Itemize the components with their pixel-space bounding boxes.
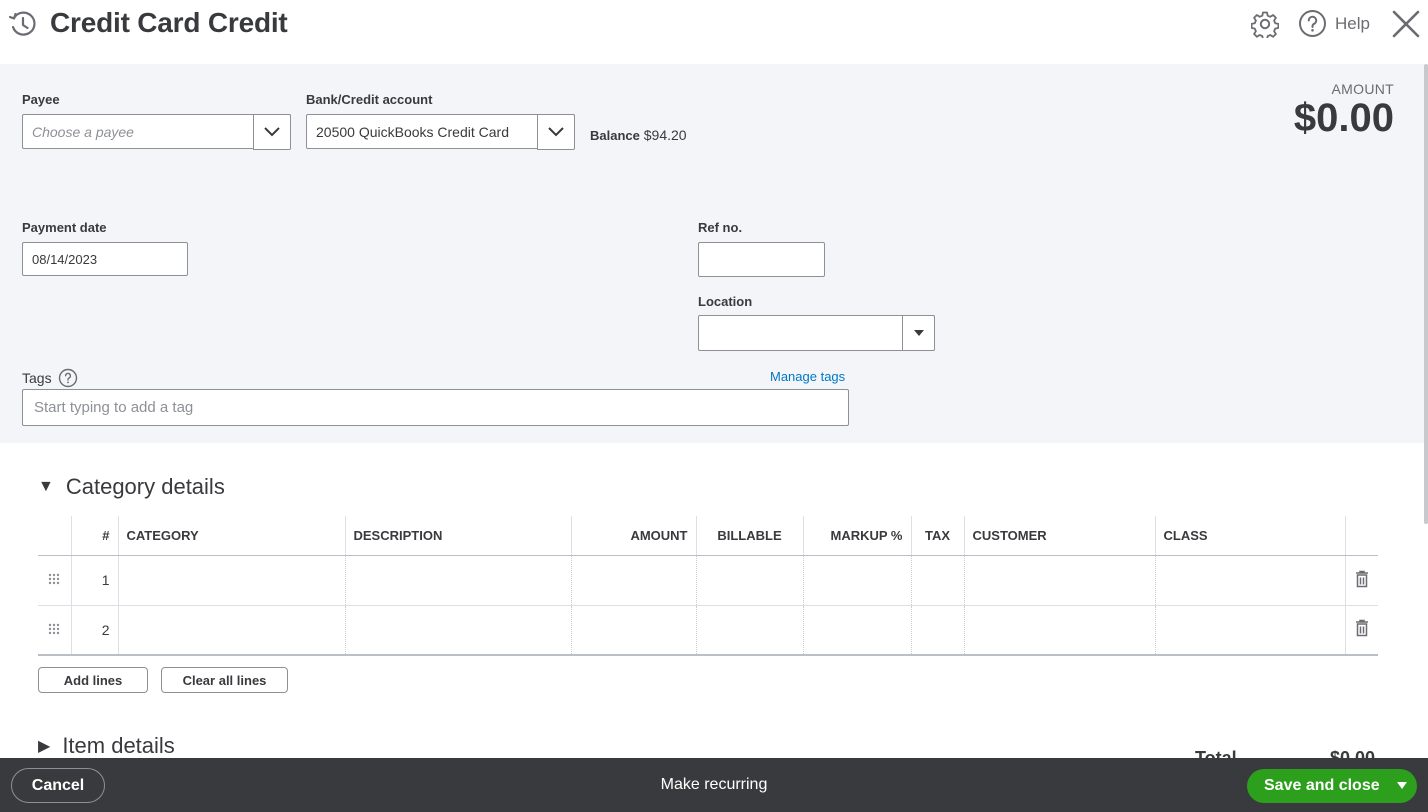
drag-handle[interactable] [38,555,71,606]
bank-account-value: 20500 QuickBooks Credit Card [316,123,509,140]
location-label: Location [698,294,753,309]
billable-cell[interactable] [695,555,803,606]
table-row[interactable]: 1 [38,555,1378,606]
payment-date-input[interactable]: 08/14/2023 [22,242,188,276]
recent-history-icon[interactable] [8,9,38,39]
caret-right-icon: ▶ [38,738,51,755]
row-number: 1 [70,555,118,606]
tags-label-row: Tags [22,368,78,388]
chevron-down-icon [264,127,280,137]
markup-cell[interactable] [802,605,911,656]
delete-column-header [1344,516,1378,556]
tags-label: Tags [22,370,52,386]
drag-column-header [38,516,71,556]
chevron-down-icon [548,127,564,137]
column-header-class: CLASS [1154,516,1345,556]
payee-label: Payee [22,92,60,107]
gear-icon[interactable] [1251,10,1279,38]
delete-row-cell[interactable] [1344,605,1378,656]
class-cell[interactable] [1154,555,1345,606]
help-icon[interactable] [58,368,78,388]
billable-cell[interactable] [695,605,803,656]
column-header-description: DESCRIPTION [344,516,571,556]
save-and-close-button[interactable]: Save and close [1247,769,1417,803]
ref-no-label: Ref no. [698,220,743,235]
payee-field[interactable]: Choose a payee [22,114,291,150]
clear-all-lines-button[interactable]: Clear all lines [161,667,288,693]
payment-date-value: 08/14/2023 [32,251,98,267]
bank-account-label: Bank/Credit account [306,92,433,107]
column-header-customer: CUSTOMER [963,516,1155,556]
help-button[interactable]: Help [1298,9,1370,38]
column-header-number: # [70,516,118,556]
column-header-markup: MARKUP % [802,516,911,556]
customer-cell[interactable] [963,605,1155,656]
class-cell[interactable] [1154,605,1345,656]
markup-cell[interactable] [802,555,911,606]
table-row[interactable]: 2 [38,605,1378,656]
payee-dropdown-button[interactable] [253,114,291,150]
location-dropdown-button[interactable] [902,315,935,351]
drag-handle-icon [49,573,60,585]
drag-handle-icon [49,623,60,634]
category-cell[interactable] [117,605,345,656]
tax-cell[interactable] [910,605,964,656]
manage-tags-link[interactable]: Manage tags [770,369,845,384]
item-details-title: Item details [62,733,175,758]
page-title: Credit Card Credit [50,7,288,38]
scrollbar[interactable] [1424,64,1428,524]
amount-value: $0.00 [1293,96,1394,140]
help-icon [1299,10,1326,37]
header: Credit Card Credit Help [0,0,1428,64]
make-recurring-link[interactable]: Make recurring [0,776,1428,794]
balance-value: $94.20 [643,127,687,143]
category-cell[interactable] [117,555,345,606]
trash-icon[interactable] [1355,570,1369,588]
balance-display: Balance $94.20 [590,127,687,143]
category-details-title: Category details [65,474,225,499]
column-header-amount: AMOUNT [570,516,696,556]
bank-account-dropdown-button[interactable] [537,114,575,150]
category-table: # CATEGORY DESCRIPTION AMOUNT BILLABLE M… [38,516,1378,656]
tax-cell[interactable] [910,555,964,606]
trash-icon[interactable] [1355,619,1369,637]
table-header-row: # CATEGORY DESCRIPTION AMOUNT BILLABLE M… [38,516,1378,556]
payee-placeholder: Choose a payee [32,123,134,140]
ref-no-input[interactable] [698,242,825,277]
amount-label: AMOUNT [1331,81,1394,97]
delete-row-cell[interactable] [1344,555,1378,606]
column-header-category: CATEGORY [117,516,345,556]
caret-down-icon: ▼ [38,478,54,495]
amount-cell[interactable] [570,605,696,656]
description-cell[interactable] [344,605,571,656]
footer-bar: Cancel Make recurring Save and close [0,758,1428,812]
bank-account-field[interactable]: 20500 QuickBooks Credit Card [306,114,575,150]
item-details-toggle[interactable]: ▶ Item details [38,733,175,759]
description-cell[interactable] [344,555,571,606]
close-icon[interactable] [1391,9,1421,39]
save-and-close-label: Save and close [1264,777,1380,794]
amount-cell[interactable] [570,555,696,606]
column-header-tax: TAX [910,516,964,556]
balance-label: Balance [590,128,640,143]
payment-date-label: Payment date [22,220,107,235]
drag-handle[interactable] [38,605,71,656]
customer-cell[interactable] [963,555,1155,606]
category-details-toggle[interactable]: ▼ Category details [38,474,225,500]
tags-input[interactable]: Start typing to add a tag [22,389,849,426]
caret-down-icon [913,330,924,336]
tags-placeholder: Start typing to add a tag [34,399,194,416]
add-lines-button[interactable]: Add lines [38,667,148,693]
help-label: Help [1335,13,1370,33]
row-number: 2 [70,605,118,656]
location-select[interactable] [698,315,935,351]
column-header-billable: BILLABLE [695,516,803,556]
caret-down-icon[interactable] [1397,782,1407,789]
